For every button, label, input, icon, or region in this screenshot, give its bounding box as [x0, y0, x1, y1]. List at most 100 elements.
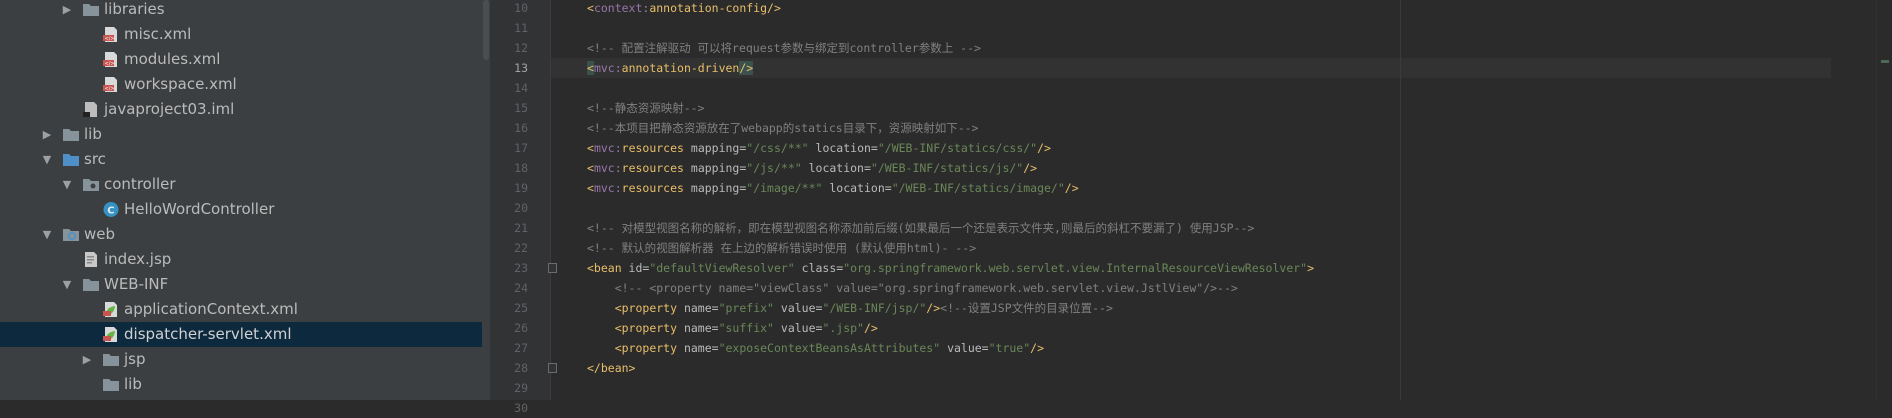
code-token: mvc: [593, 141, 622, 155]
code-token: resources [621, 181, 691, 195]
xml-file-icon: </> [102, 26, 120, 43]
code-token: "/WEB-INF/statics/image/" [891, 181, 1065, 195]
code-token: "/WEB-INF/statics/js/" [870, 161, 1024, 175]
fold-marker-icon[interactable] [548, 363, 557, 373]
tree-item[interactable]: dispatcher-servlet.xml [0, 322, 490, 347]
code-line[interactable]: <context:annotation-config/> [587, 0, 781, 18]
code-token: <!-- 配置注解驱动 可以将request参数与绑定到controller参数… [587, 41, 981, 55]
code-token: <property [614, 321, 684, 335]
scrollbar-thumb[interactable] [483, 0, 489, 60]
expand-arrow-icon[interactable]: ▶ [60, 0, 74, 22]
code-line[interactable]: <mvc:resources mapping="/image/**" locat… [587, 178, 1079, 198]
code-token: "true" [988, 341, 1031, 355]
source-folder-icon [62, 151, 80, 168]
xml-file-icon: </> [102, 76, 120, 93]
tree-item[interactable]: </> modules.xml [0, 47, 490, 72]
line-number: 23 [514, 261, 528, 275]
tree-item[interactable]: lib [0, 372, 490, 397]
code-token: /> [1030, 341, 1045, 355]
code-line[interactable]: <!-- 对模型视图名称的解析，即在模型视图名称添加前后缀(如果最后一个还是表示… [587, 218, 1254, 238]
line-number: 24 [514, 281, 528, 295]
line-number: 16 [514, 121, 528, 135]
code-token: value= [780, 301, 823, 315]
tree-item[interactable]: ▼ controller [0, 172, 490, 197]
code-token: /> [926, 301, 941, 315]
code-token: name= [683, 301, 719, 315]
code-line[interactable]: <mvc:resources mapping="/js/**" location… [587, 158, 1037, 178]
code-line[interactable]: <!-- 配置注解驱动 可以将request参数与绑定到controller参数… [587, 38, 981, 58]
tree-item[interactable]: ▶ libraries [0, 0, 490, 22]
code-token: mapping= [690, 181, 747, 195]
svg-text:</>: </> [105, 61, 115, 67]
code-editor[interactable]: <context:annotation-config/> <!-- 配置注解驱动 … [551, 0, 1831, 400]
code-token: /> [1037, 141, 1051, 155]
code-token: <!--静态资源映射--> [587, 101, 705, 115]
line-number: 10 [514, 1, 528, 15]
code-line[interactable]: <bean id="defaultViewResolver" class="or… [587, 258, 1314, 278]
code-token: "/image/**" [746, 181, 830, 195]
code-token: resources [621, 161, 691, 175]
code-line[interactable]: <property name="prefix" value="/WEB-INF/… [587, 298, 1113, 318]
expand-arrow-icon[interactable]: ▶ [40, 122, 54, 147]
line-number: 30 [514, 401, 528, 415]
code-token: annotation-config/> [649, 1, 781, 15]
jsp-file-icon [82, 251, 100, 268]
code-token: "/js/**" [746, 161, 809, 175]
code-line[interactable]: <property name="exposeContextBeansAsAttr… [587, 338, 1044, 358]
folder-icon [62, 126, 80, 143]
tree-item[interactable]: applicationContext.xml [0, 297, 490, 322]
folder-icon [82, 1, 100, 18]
tree-item[interactable]: ▼ src [0, 147, 490, 172]
collapse-arrow-icon[interactable]: ▼ [40, 222, 54, 247]
code-token: ".jsp" [822, 321, 864, 335]
code-token: < [587, 61, 594, 75]
code-line[interactable]: <!-- 默认的视图解析器 在上边的解析错误时使用 (默认使用html)- --… [587, 238, 976, 258]
code-line[interactable]: <mvc:annotation-driven/> [551, 58, 1831, 78]
line-number: 22 [514, 241, 528, 255]
tree-item[interactable]: </> workspace.xml [0, 72, 490, 97]
spring-xml-file-icon [102, 326, 120, 343]
line-number: 26 [514, 321, 528, 335]
code-line[interactable]: <!--静态资源映射--> [587, 98, 704, 118]
code-token: < [587, 161, 594, 175]
code-token: <property [614, 301, 684, 315]
collapse-arrow-icon[interactable]: ▼ [40, 147, 54, 172]
code-line[interactable]: <!--本项目把静态资源放在了webapp的statics目录下，资源映射如下-… [587, 118, 978, 138]
code-line[interactable]: <property name="suffix" value=".jsp"/> [587, 318, 878, 338]
code-token: name= [683, 341, 719, 355]
line-number: 17 [514, 141, 528, 155]
project-tree[interactable]: ▶ libraries </> misc.xml </> modules.xml </> wo… [0, 0, 490, 400]
line-number: 19 [514, 181, 528, 195]
tree-item[interactable]: C HelloWordController [0, 197, 490, 222]
code-token: > [1307, 261, 1315, 275]
svg-text:C: C [107, 206, 114, 217]
tree-item[interactable]: ▼ WEB-INF [0, 272, 490, 297]
code-token: mvc: [593, 161, 622, 175]
svg-text:</>: </> [105, 86, 115, 92]
tree-item[interactable]: javaproject03.iml [0, 97, 490, 122]
tree-item[interactable]: ▶ lib [0, 122, 490, 147]
collapse-arrow-icon[interactable]: ▼ [60, 272, 74, 297]
tree-item[interactable]: ▼ web [0, 222, 490, 247]
code-line[interactable]: <mvc:resources mapping="/css/**" locatio… [587, 138, 1051, 158]
fold-marker-icon[interactable] [548, 263, 557, 273]
line-number: 12 [514, 41, 528, 55]
code-token: class= [801, 261, 844, 275]
code-token: resources [621, 141, 691, 155]
tree-item-label: web [84, 225, 116, 243]
expand-arrow-icon[interactable]: ▶ [80, 347, 94, 372]
tree-item[interactable]: </> misc.xml [0, 22, 490, 47]
code-line[interactable]: </bean> [587, 358, 635, 378]
code-token: name= [683, 321, 719, 335]
tree-item[interactable]: index.jsp [0, 247, 490, 272]
tree-item-label: lib [124, 375, 142, 393]
folder-icon [82, 276, 100, 293]
code-line[interactable]: <!-- <property name="viewClass" value="o… [587, 278, 1238, 298]
code-token: "org.springframework.web.servlet.view.In… [843, 261, 1308, 275]
code-token: <!--本项目把静态资源放在了webapp的statics目录下，资源映射如下-… [587, 121, 979, 135]
tree-scrollbar[interactable] [482, 0, 490, 400]
collapse-arrow-icon[interactable]: ▼ [60, 172, 74, 197]
tree-item[interactable]: ▶ jsp [0, 347, 490, 372]
